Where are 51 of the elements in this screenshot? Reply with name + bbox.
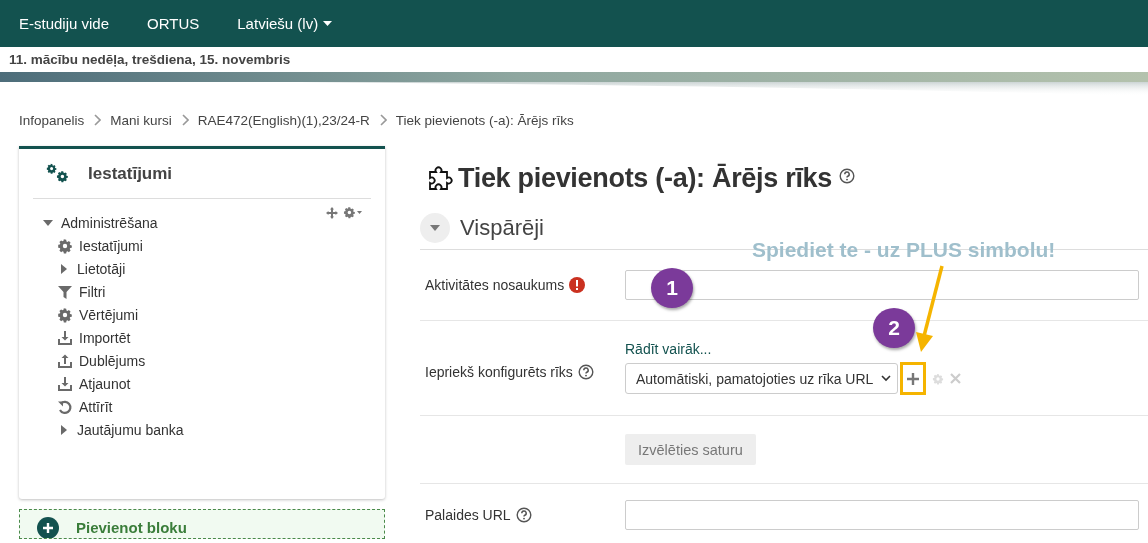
breadcrumb-link[interactable]: Tiek pievienots (-a): Ārējs rīks [395,112,574,128]
download-icon [57,375,73,392]
tree-item[interactable]: Importēt [57,326,371,349]
breadcrumb-link[interactable]: Infopanelis [19,112,85,128]
gear-icon [932,372,945,385]
chevron-right-icon [93,114,102,126]
language-menu[interactable]: Latviešu (lv) [237,15,333,32]
text-field[interactable] [625,270,1139,300]
field-label: Iepriekš konfigurēts rīks [425,364,573,380]
text-field[interactable] [625,500,1139,530]
reset-icon [57,398,73,415]
breadcrumb-link[interactable]: Mani kursi [110,112,172,128]
gear-icon [57,306,73,323]
help-icon [839,168,856,184]
date-text: 11. mācību nedēļa, trešdiena, 15. novembris [9,52,291,67]
tree-item[interactable]: Iestatījumi [57,234,371,257]
tree-item[interactable]: Administrēšana [41,211,371,234]
step-marker: 1 [651,268,693,308]
tree-item[interactable]: Lietotāji [57,257,371,280]
gear-menu-icon [343,206,363,220]
block-title: Iestatījumi [88,163,173,184]
download-icon [57,329,73,346]
tree-item[interactable]: Jautājumu banka [57,418,371,441]
section-title[interactable]: Vispārēji [460,215,544,241]
chevron-right-icon [180,114,189,126]
caret-down-icon [323,20,333,27]
gear-icon [57,237,73,254]
collapse-button[interactable] [420,213,450,243]
tree-item[interactable]: Atjaunot [57,372,371,395]
close-icon [950,373,962,384]
tree-item[interactable]: Dublējums [57,349,371,372]
tree-item[interactable]: Attīrīt [57,395,371,418]
plus-icon [907,372,920,385]
breadcrumb-link[interactable]: RAE472(English)(1),23/24-R [197,112,370,128]
puzzle-icon [427,164,455,192]
nav-link[interactable]: E-studiju vide [19,15,110,32]
tree-item[interactable]: Vērtējumi [57,303,371,326]
step-marker: 2 [873,308,915,348]
move-icon [326,207,338,219]
nav-link[interactable]: ORTUS [147,15,200,32]
upload-icon [57,352,73,369]
tree-item[interactable]: Filtri [57,280,371,303]
field-label: Palaides URL [425,507,511,523]
page-title: Tiek pievienots (-a): Ārējs rīks [458,162,833,194]
add-block-link[interactable]: Pievienot bloku [37,510,384,538]
chevron-down-icon [881,375,892,382]
tool-select[interactable]: Automātiski, pamatojoties uz rīka URL [625,363,899,394]
annotation-caption: Spiediet te - uz PLUS simbolu! [752,238,1056,262]
chevron-right-icon [378,114,387,126]
filter-icon [57,283,73,300]
field-label: Aktivitātes nosaukums [425,277,565,293]
